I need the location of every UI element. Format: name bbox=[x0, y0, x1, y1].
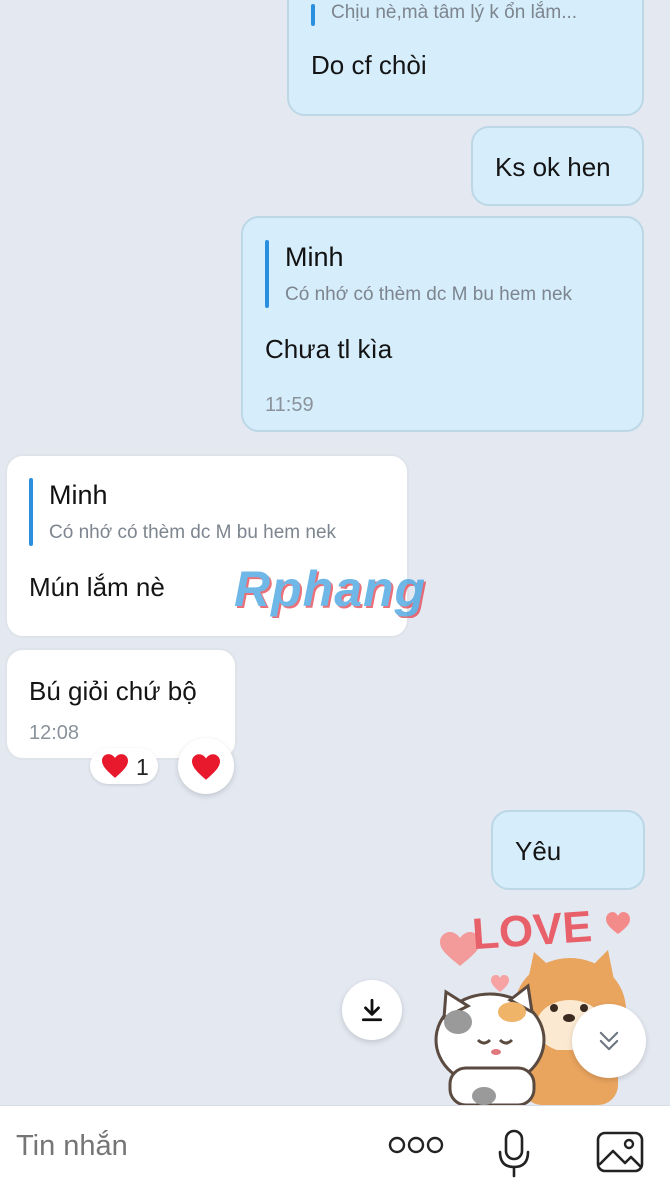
more-icon bbox=[388, 1136, 444, 1154]
quote-snippet: Có nhớ có thèm dc M bu hem nek bbox=[49, 522, 337, 543]
message-bubble-outgoing[interactable]: Ks ok hen bbox=[471, 126, 644, 206]
react-button[interactable] bbox=[178, 738, 234, 794]
scroll-to-bottom-button[interactable] bbox=[572, 1004, 646, 1078]
microphone-button[interactable] bbox=[494, 1128, 534, 1180]
heart-icon bbox=[102, 754, 128, 778]
message-input[interactable] bbox=[14, 1124, 368, 1168]
image-button[interactable] bbox=[595, 1130, 645, 1174]
quote-snippet: Chịu nè,mà tâm lý k ổn lắm... bbox=[331, 2, 578, 23]
quote-snippet: Có nhớ có thèm dc M bu hem nek bbox=[285, 284, 573, 305]
message-bubble-outgoing[interactable]: Minh Có nhớ có thèm dc M bu hem nek Chưa… bbox=[241, 216, 644, 432]
quote-sender-name: Minh bbox=[49, 480, 108, 510]
message-text: Yêu bbox=[515, 836, 562, 866]
message-text: Chưa tl kìa bbox=[265, 334, 393, 364]
microphone-icon bbox=[498, 1129, 530, 1178]
image-icon bbox=[596, 1131, 644, 1173]
quote-sender-name: Minh bbox=[285, 242, 344, 272]
more-button[interactable] bbox=[388, 1134, 448, 1160]
message-text: Bú giỏi chứ bộ bbox=[29, 676, 197, 706]
quote-bar bbox=[265, 240, 269, 308]
message-text: Do cf chòi bbox=[311, 50, 427, 80]
download-icon bbox=[361, 998, 383, 1022]
quote-bar bbox=[29, 478, 33, 546]
message-input-bar bbox=[0, 1105, 670, 1185]
message-time: 12:08 bbox=[29, 722, 80, 744]
message-bubble-outgoing[interactable]: Chịu nè,mà tâm lý k ổn lắm... Do cf chòi bbox=[287, 0, 644, 116]
watermark-logo: Rphang bbox=[234, 561, 427, 617]
reaction-summary[interactable]: 1 bbox=[90, 748, 158, 784]
message-time: 11:59 bbox=[265, 394, 314, 416]
sticker-love-text: LOVE bbox=[471, 902, 594, 959]
reaction-count: 1 bbox=[136, 754, 149, 780]
double-chevron-down-icon bbox=[599, 1031, 619, 1051]
heart-icon bbox=[192, 754, 220, 780]
message-text: Ks ok hen bbox=[495, 152, 611, 182]
download-button[interactable] bbox=[342, 980, 402, 1040]
message-bubble-outgoing[interactable]: Yêu bbox=[491, 810, 645, 890]
message-text: Mún lắm nè bbox=[29, 572, 165, 602]
quote-bar bbox=[311, 4, 315, 26]
